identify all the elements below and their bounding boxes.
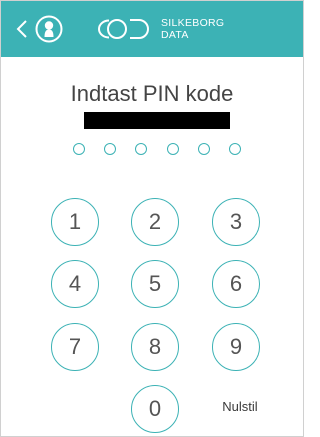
key-4[interactable]: 4: [51, 260, 99, 308]
cod-logo-icon: [98, 19, 149, 39]
redacted-bar: [84, 112, 230, 129]
brand-logo: SILKEBORG DATA: [89, 11, 224, 47]
chevron-left-icon: [16, 20, 27, 38]
key-9[interactable]: 9: [212, 323, 260, 371]
pin-dot: [228, 143, 241, 155]
pin-dot: [197, 143, 210, 155]
pin-dot: [135, 143, 148, 155]
key-2[interactable]: 2: [131, 198, 179, 246]
back-button[interactable]: [7, 13, 37, 45]
pin-screen: SILKEBORG DATA Indtast PIN kode 1 2 3 4 …: [0, 0, 304, 437]
app-header: SILKEBORG DATA: [1, 1, 303, 57]
brand-line-2: DATA: [161, 29, 189, 41]
brand-line-1: SILKEBORG: [161, 17, 225, 29]
pin-dot: [73, 143, 85, 155]
person-circle-icon: [35, 15, 63, 43]
key-0[interactable]: 0: [131, 385, 179, 433]
pin-title: Indtast PIN kode: [70, 81, 234, 106]
pin-indicator: [73, 141, 241, 157]
key-6[interactable]: 6: [212, 260, 260, 308]
key-8[interactable]: 8: [131, 323, 179, 371]
pin-dot: [104, 143, 117, 155]
key-5[interactable]: 5: [131, 260, 179, 308]
reset-button[interactable]: Nulstil: [205, 399, 275, 419]
brand-name: SILKEBORG DATA: [161, 17, 224, 41]
profile-button[interactable]: [35, 15, 63, 43]
key-1[interactable]: 1: [51, 198, 99, 246]
pin-dot: [166, 143, 179, 155]
key-3[interactable]: 3: [212, 198, 260, 246]
key-7[interactable]: 7: [51, 323, 99, 371]
